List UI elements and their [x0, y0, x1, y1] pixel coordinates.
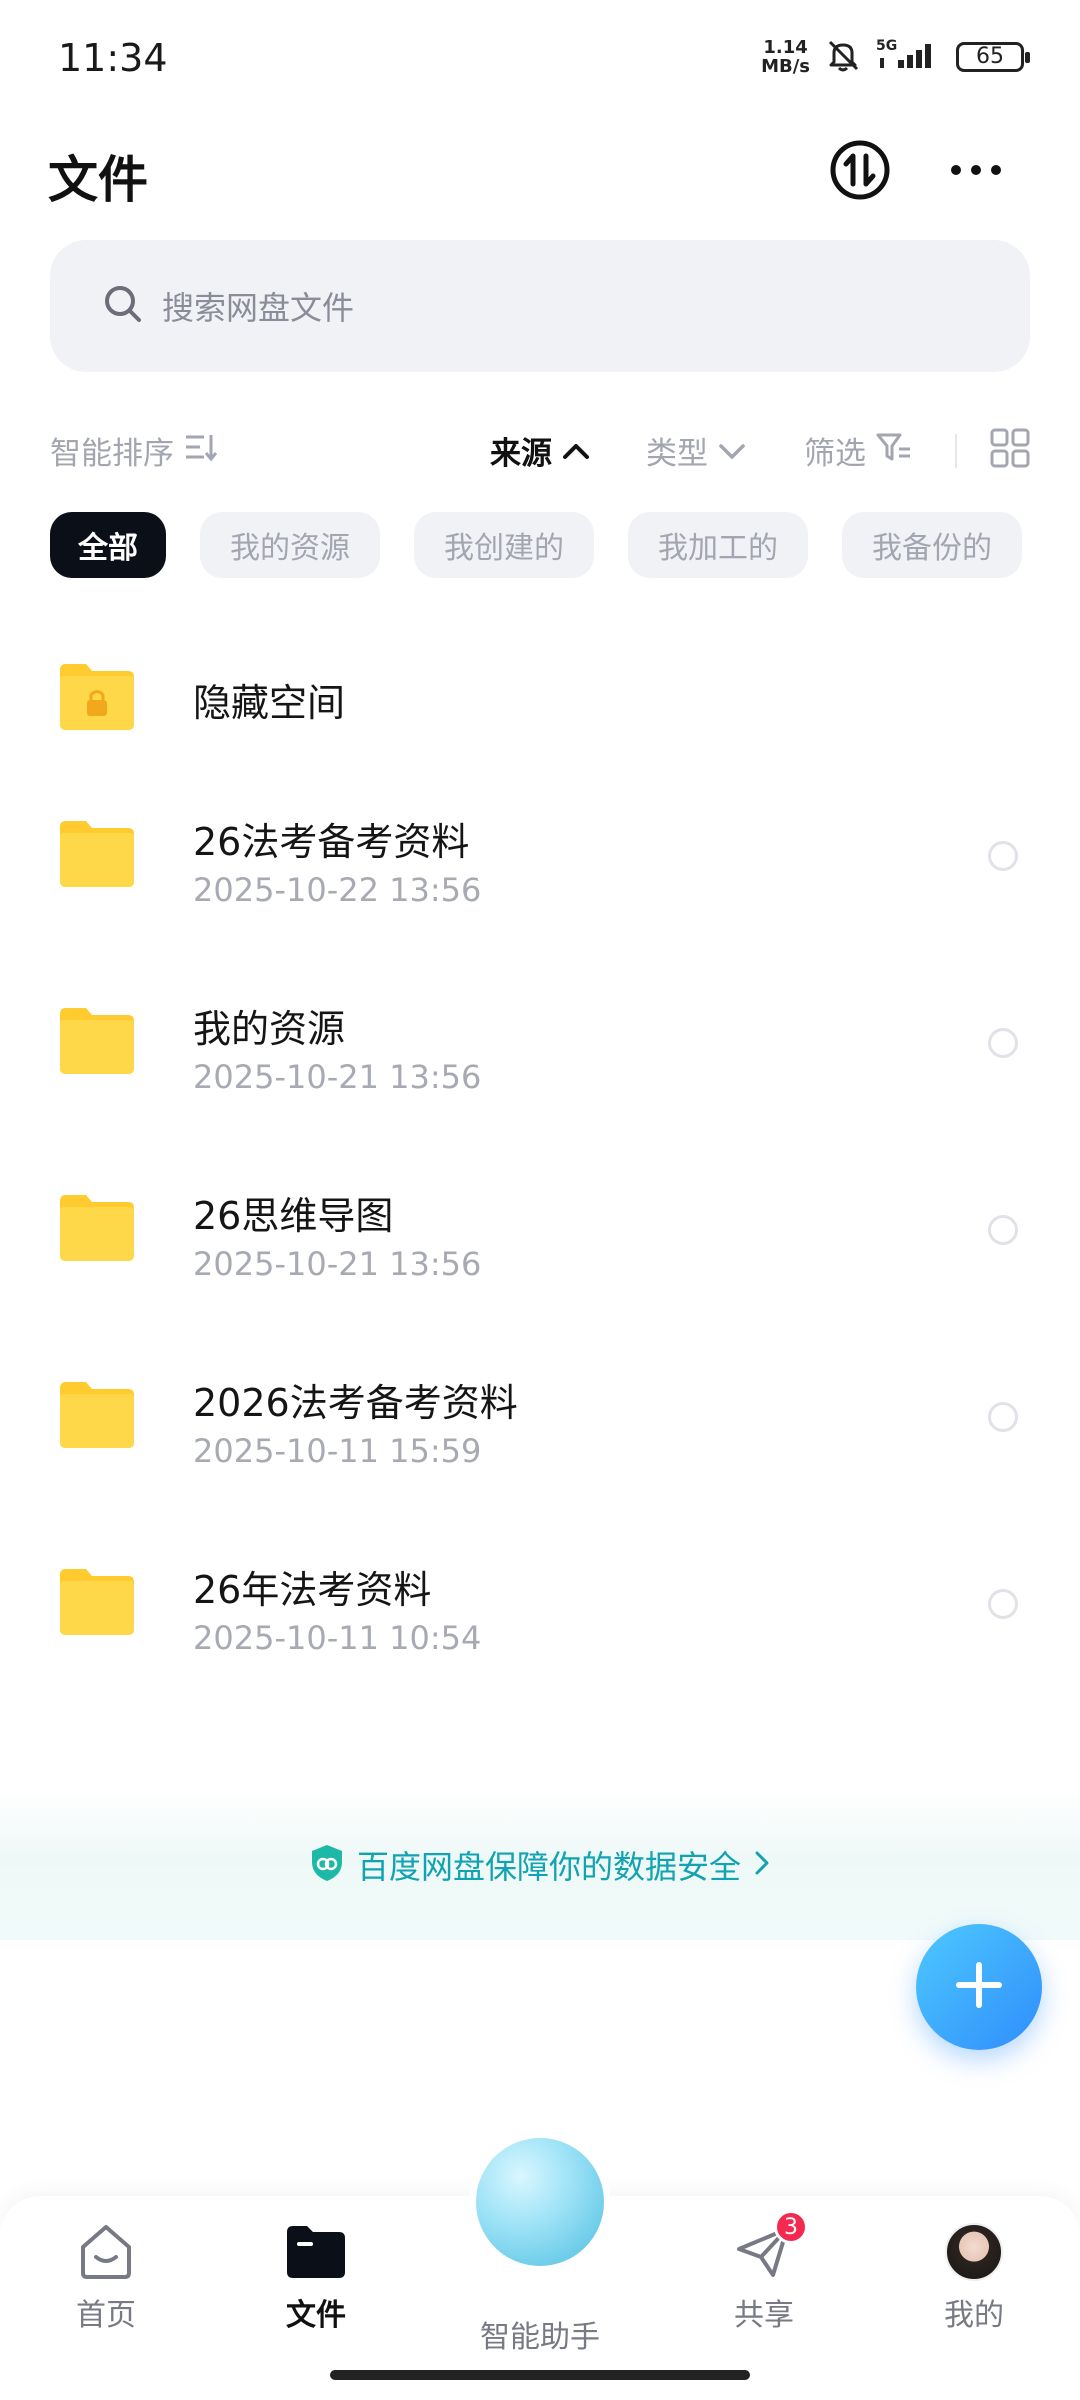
locked-folder-icon: [56, 660, 138, 732]
nav-label: 我的: [944, 2298, 1004, 2333]
home-icon: [74, 2220, 138, 2284]
status-time: 11:34: [58, 36, 168, 80]
file-name: 26年法考资料: [193, 1568, 432, 1612]
select-radio[interactable]: [988, 1589, 1018, 1619]
smart-sort-button[interactable]: 智能排序: [50, 428, 218, 473]
nav-label: 文件: [286, 2298, 346, 2333]
list-item[interactable]: 隐藏空间: [0, 620, 1080, 775]
svg-text:5G: 5G: [876, 38, 897, 54]
source-label: 来源: [490, 436, 552, 472]
folder-icon: [56, 1565, 138, 1637]
file-date: 2025-10-22 13:56: [193, 871, 482, 909]
nav-files[interactable]: 文件: [236, 2220, 396, 2334]
select-radio[interactable]: [988, 841, 1018, 871]
file-date: 2025-10-21 13:56: [193, 1058, 482, 1096]
filter-funnel-icon: [876, 431, 912, 471]
sort-lines-icon: [184, 431, 218, 471]
avatar: [942, 2220, 1006, 2284]
nav-profile[interactable]: 我的: [894, 2220, 1054, 2334]
search-input[interactable]: 搜索网盘文件: [50, 240, 1030, 372]
nav-share[interactable]: 3 共享: [684, 2210, 844, 2334]
file-name: 26思维导图: [193, 1194, 394, 1238]
list-item[interactable]: 26法考备考资料 2025-10-22 13:56: [0, 775, 1080, 962]
sort-filter-bar: 智能排序 来源 类型 筛选: [0, 420, 1080, 476]
nav-assistant-label-wrap: 智能助手: [460, 2312, 620, 2356]
more-dots-icon: [948, 162, 1004, 182]
signal-5g-icon: 5G: [876, 36, 942, 78]
net-speed-unit: MB/s: [761, 56, 810, 77]
list-item[interactable]: 26年法考资料 2025-10-11 10:54: [0, 1523, 1080, 1710]
net-speed-value: 1.14: [763, 37, 808, 58]
assistant-orb-icon: [476, 2138, 604, 2266]
battery-indicator: 65: [956, 42, 1030, 72]
nav-label: 共享: [734, 2298, 794, 2333]
status-bar: 11:34 1.14 MB/s 5G 65: [0, 0, 1080, 118]
folder-icon: [56, 1191, 138, 1263]
file-date: 2025-10-21 13:56: [193, 1245, 482, 1283]
smart-sort-label: 智能排序: [50, 436, 174, 472]
more-button[interactable]: [936, 132, 1016, 212]
status-icons: 1.14 MB/s 5G 65: [761, 36, 1030, 78]
file-name: 26法考备考资料: [193, 820, 470, 864]
chevron-down-icon: [718, 433, 746, 469]
page-title: 文件: [48, 151, 148, 209]
security-text: 百度网盘保障你的数据安全: [356, 1848, 741, 1886]
type-dropdown[interactable]: 类型: [646, 428, 746, 473]
folder-icon: [56, 817, 138, 889]
folder-icon: [56, 1004, 138, 1076]
shield-icon: [309, 1843, 345, 1887]
chip-created-by-me[interactable]: 我创建的: [414, 512, 594, 578]
avatar-image: [945, 2223, 1003, 2281]
chip-all[interactable]: 全部: [50, 512, 166, 578]
add-button[interactable]: [916, 1924, 1042, 2050]
transfer-icon: [829, 139, 891, 205]
list-item[interactable]: 我的资源 2025-10-21 13:56: [0, 962, 1080, 1149]
file-name: 2026法考备考资料: [193, 1381, 518, 1425]
net-speed: 1.14 MB/s: [761, 38, 810, 76]
list-item[interactable]: 26思维导图 2025-10-21 13:56: [0, 1149, 1080, 1336]
share-icon: 3: [732, 2210, 808, 2284]
folder-icon: [284, 2220, 348, 2284]
search-icon: [102, 283, 144, 329]
plus-icon: [953, 1959, 1005, 2015]
source-dropdown[interactable]: 来源: [490, 428, 590, 473]
nav-home[interactable]: 首页: [26, 2220, 186, 2334]
file-name: 我的资源: [193, 1007, 346, 1051]
filter-button[interactable]: 筛选: [804, 428, 912, 473]
select-radio[interactable]: [988, 1402, 1018, 1432]
type-label: 类型: [646, 436, 708, 472]
file-date: 2025-10-11 15:59: [193, 1432, 482, 1470]
transfer-button[interactable]: [820, 132, 900, 212]
category-chips: 全部 我的资源 我创建的 我加工的 我备份的: [50, 512, 1022, 580]
grid-view-icon: [990, 428, 1030, 476]
file-date: 2025-10-11 10:54: [193, 1619, 482, 1657]
filter-label: 筛选: [804, 436, 866, 472]
select-radio[interactable]: [988, 1028, 1018, 1058]
sortbar-divider: [955, 434, 957, 468]
assistant-button[interactable]: [470, 2132, 610, 2272]
mute-bell-icon: [824, 36, 862, 78]
grid-view-toggle[interactable]: [990, 428, 1030, 476]
file-list: 隐藏空间 26法考备考资料 2025-10-22 13:56 我的资源 2025…: [0, 620, 1080, 1710]
nav-label: 首页: [76, 2298, 136, 2333]
nav-label: 智能助手: [480, 2320, 600, 2355]
security-banner[interactable]: 百度网盘保障你的数据安全: [0, 1790, 1080, 1940]
home-indicator: [330, 2370, 750, 2380]
chip-my-resources[interactable]: 我的资源: [200, 512, 380, 578]
search-placeholder: 搜索网盘文件: [162, 289, 355, 327]
share-badge: 3: [774, 2210, 808, 2244]
chevron-up-icon: [562, 433, 590, 469]
file-name: 隐藏空间: [193, 681, 346, 725]
chevron-right-icon: [753, 1849, 771, 1881]
chip-processed-by-me[interactable]: 我加工的: [628, 512, 808, 578]
list-item[interactable]: 2026法考备考资料 2025-10-11 15:59: [0, 1336, 1080, 1523]
chip-backed-up-by-me[interactable]: 我备份的: [842, 512, 1022, 578]
folder-icon: [56, 1378, 138, 1450]
select-radio[interactable]: [988, 1215, 1018, 1245]
